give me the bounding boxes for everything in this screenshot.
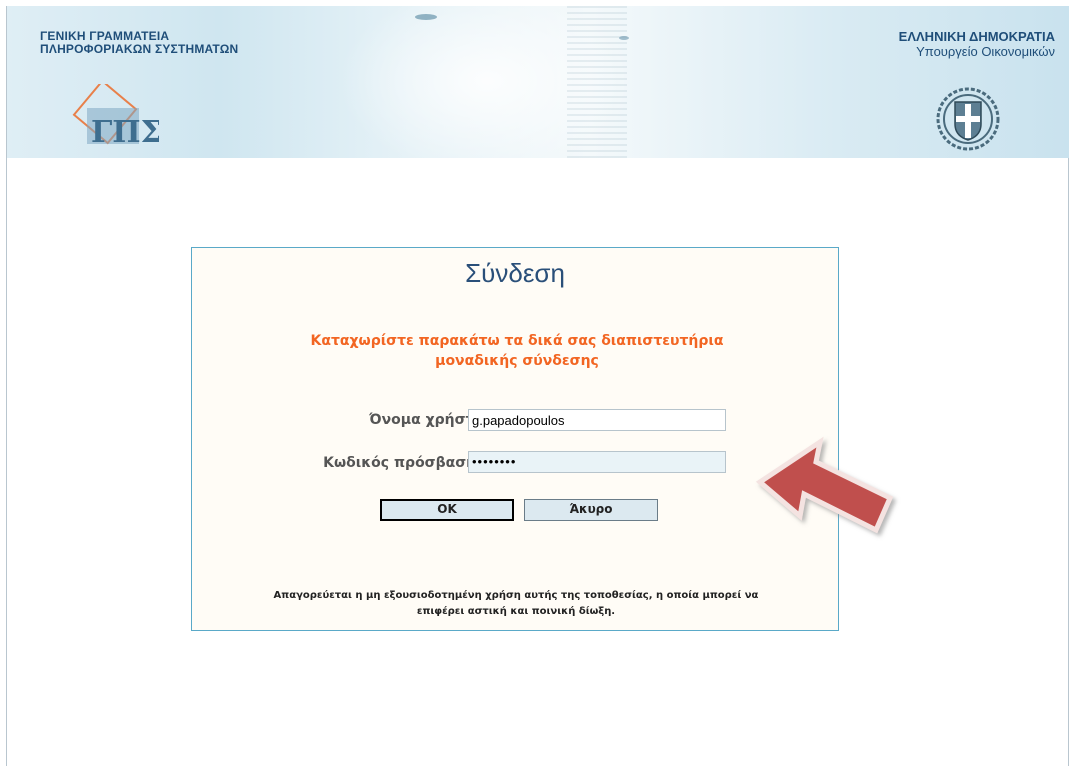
disclaimer-line2: επιφέρει αστική και ποινική δίωξη.: [416, 606, 616, 617]
header-decoration: [619, 36, 629, 40]
legal-disclaimer: Απαγορεύεται η μη εξουσιοδοτημένη χρήση …: [222, 588, 810, 620]
gsis-logo: ΓΠΣ: [72, 84, 159, 150]
red-arrow-pointer-icon: [755, 436, 894, 534]
login-page: ΓΕΝΙΚΗ ΓΡΑΜΜΑΤΕΙΑ ΠΛΗΡΟΦΟΡΙΑΚΩΝ ΣΥΣΤΗΜΑΤ…: [0, 0, 1077, 769]
org-title: ΓΕΝΙΚΗ ΓΡΑΜΜΑΤΕΙΑ ΠΛΗΡΟΦΟΡΙΑΚΩΝ ΣΥΣΤΗΜΑΤ…: [40, 30, 238, 56]
gov-title-line2: Υπουργείο Οικονομικών: [916, 44, 1055, 59]
instructions-line1: Καταχωρίστε παρακάτω τα δικά σας διαπιστ…: [310, 333, 724, 349]
logo-text: ΓΠΣ: [91, 115, 159, 150]
greek-coat-of-arms-icon: [936, 87, 1000, 151]
login-title: Σύνδεση: [465, 258, 565, 288]
ok-button[interactable]: OK: [380, 499, 514, 521]
gov-title-line1: ΕΛΛΗΝΙΚΗ ΔΗΜΟΚΡΑΤΙΑ: [898, 29, 1055, 44]
cancel-button[interactable]: Άκυρο: [524, 499, 658, 521]
gov-title: ΕΛΛΗΝΙΚΗ ΔΗΜΟΚΡΑΤΙΑ Υπουργείο Οικονομικώ…: [898, 29, 1055, 60]
instructions-line2: μοναδικής σύνδεσης: [435, 353, 599, 369]
login-panel: Σύνδεση Καταχωρίστε παρακάτω τα δικά σας…: [191, 247, 839, 631]
disclaimer-line1: Απαγορεύεται η μη εξουσιοδοτημένη χρήση …: [273, 590, 759, 601]
login-instructions: Καταχωρίστε παρακάτω τα δικά σας διαπιστ…: [232, 331, 802, 371]
header-texture: [567, 6, 627, 158]
username-label: Όνομα χρήστη:: [369, 412, 490, 428]
org-title-line2: ΠΛΗΡΟΦΟΡΙΑΚΩΝ ΣΥΣΤΗΜΑΤΩΝ: [40, 42, 239, 56]
header-decoration: [415, 14, 437, 20]
password-input[interactable]: ••••••••: [468, 451, 726, 473]
username-input[interactable]: [468, 409, 726, 431]
site-header: ΓΕΝΙΚΗ ΓΡΑΜΜΑΤΕΙΑ ΠΛΗΡΟΦΟΡΙΑΚΩΝ ΣΥΣΤΗΜΑΤ…: [7, 6, 1069, 158]
password-label: Κωδικός πρόσβασης:: [323, 455, 490, 471]
